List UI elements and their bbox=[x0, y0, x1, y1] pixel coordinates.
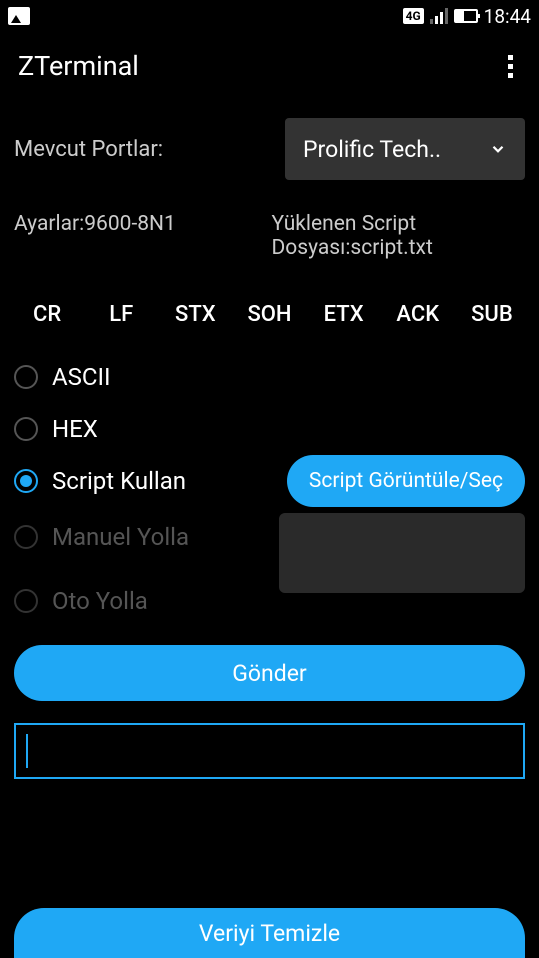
chevron-down-icon bbox=[489, 140, 507, 158]
radio-script[interactable] bbox=[14, 469, 38, 493]
radio-label-script: Script Kullan bbox=[52, 467, 186, 495]
radio-row-auto[interactable]: Oto Yolla bbox=[14, 575, 279, 627]
view-script-button[interactable]: Script Görüntüle/Seç bbox=[287, 455, 525, 507]
control-chars-row: CR LF STX SOH ETX ACK SUB bbox=[14, 302, 525, 327]
app-bar: ZTerminal bbox=[0, 32, 539, 100]
clock: 18:44 bbox=[484, 5, 531, 28]
radio-row-hex[interactable]: HEX bbox=[14, 403, 525, 455]
radio-label-ascii: ASCII bbox=[52, 363, 111, 391]
status-left bbox=[8, 7, 30, 25]
radio-label-manual: Manuel Yolla bbox=[52, 523, 189, 551]
radio-label-auto: Oto Yolla bbox=[52, 587, 148, 615]
radio-ascii[interactable] bbox=[14, 365, 38, 389]
radio-auto[interactable] bbox=[14, 589, 38, 613]
app-title: ZTerminal bbox=[18, 50, 139, 82]
ctrl-ack[interactable]: ACK bbox=[385, 302, 451, 327]
more-menu-icon[interactable] bbox=[500, 47, 521, 86]
ctrl-etx[interactable]: ETX bbox=[311, 302, 377, 327]
ports-dropdown[interactable]: Prolific Tech.. bbox=[285, 118, 525, 180]
ports-selected: Prolific Tech.. bbox=[303, 136, 441, 163]
signal-icon bbox=[430, 8, 448, 24]
settings-row: Ayarlar:9600-8N1 Yüklenen Script Dosyası… bbox=[14, 212, 525, 260]
clear-data-button[interactable]: Veriyi Temizle bbox=[14, 908, 525, 958]
ports-label: Mevcut Portlar: bbox=[14, 137, 163, 162]
ctrl-sub[interactable]: SUB bbox=[459, 302, 525, 327]
screenshot-icon bbox=[8, 7, 30, 25]
radio-row-ascii[interactable]: ASCII bbox=[14, 351, 525, 403]
text-cursor bbox=[26, 734, 28, 768]
settings-script: Yüklenen Script Dosyası:script.txt bbox=[268, 212, 526, 260]
status-bar: 4G 18:44 bbox=[0, 0, 539, 32]
ctrl-lf[interactable]: LF bbox=[88, 302, 154, 327]
radio-row-script[interactable]: Script Kullan bbox=[14, 455, 186, 507]
battery-icon bbox=[454, 9, 478, 23]
manual-input-box[interactable] bbox=[279, 513, 525, 593]
radio-hex[interactable] bbox=[14, 417, 38, 441]
radio-manual[interactable] bbox=[14, 525, 38, 549]
network-badge: 4G bbox=[403, 8, 424, 24]
terminal-input[interactable] bbox=[14, 723, 525, 779]
radio-row-manual[interactable]: Manuel Yolla bbox=[14, 511, 279, 563]
ports-row: Mevcut Portlar: Prolific Tech.. bbox=[14, 118, 525, 180]
mode-radio-group: ASCII HEX Script Kullan Script Görüntüle… bbox=[14, 351, 525, 627]
settings-config: Ayarlar:9600-8N1 bbox=[14, 212, 268, 260]
status-right: 4G 18:44 bbox=[403, 5, 531, 28]
send-button[interactable]: Gönder bbox=[14, 645, 525, 701]
ctrl-stx[interactable]: STX bbox=[162, 302, 228, 327]
radio-label-hex: HEX bbox=[52, 415, 98, 443]
ctrl-cr[interactable]: CR bbox=[14, 302, 80, 327]
ctrl-soh[interactable]: SOH bbox=[236, 302, 302, 327]
